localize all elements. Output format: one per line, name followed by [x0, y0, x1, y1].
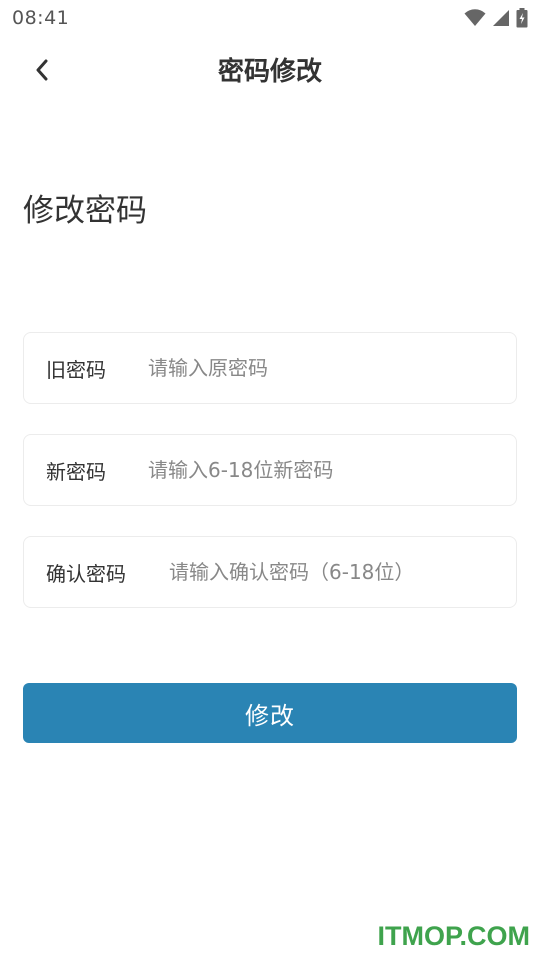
new-password-input[interactable] [148, 435, 516, 505]
status-bar: 08:41 [0, 0, 540, 36]
watermark: ITMOP.COM [377, 921, 530, 951]
confirm-password-field: 确认密码 [23, 536, 517, 608]
status-icons [464, 8, 528, 28]
cellular-signal-icon [492, 9, 510, 27]
new-password-field: 新密码 [23, 434, 517, 506]
status-time: 08:41 [12, 7, 70, 29]
submit-button[interactable]: 修改 [23, 683, 517, 743]
confirm-password-input[interactable] [169, 537, 516, 607]
password-change-screen: 08:41 密码修改 修改密码 旧密码 新密码 确认密码 修改 ITMOP.CO… [0, 0, 540, 960]
page-title: 密码修改 [217, 57, 322, 87]
battery-charging-icon [516, 8, 528, 28]
section-heading: 修改密码 [23, 193, 147, 229]
new-password-label: 新密码 [46, 459, 106, 484]
wifi-icon [464, 9, 486, 27]
old-password-label: 旧密码 [46, 357, 106, 382]
top-bar: 密码修改 [0, 44, 540, 100]
old-password-input[interactable] [148, 333, 516, 403]
confirm-password-label: 确认密码 [46, 561, 126, 586]
old-password-field: 旧密码 [23, 332, 517, 404]
